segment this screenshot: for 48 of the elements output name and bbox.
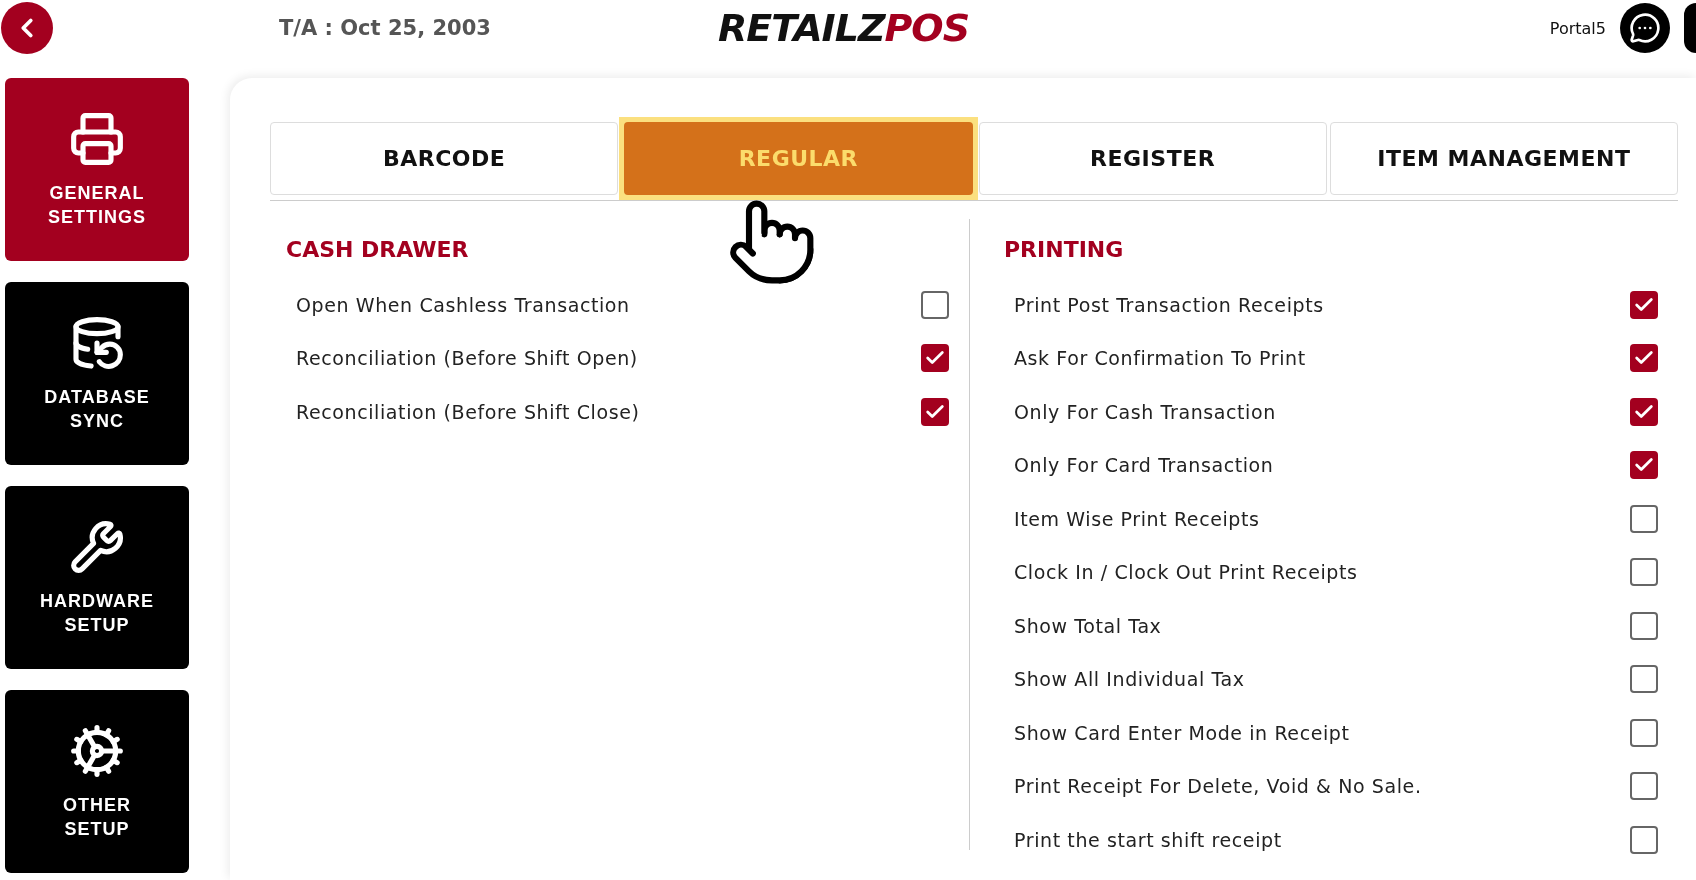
sidebar-item[interactable]: DATABASE SYNC [5,282,189,465]
checkbox[interactable] [1630,825,1658,854]
option-label: Ask For Confirmation To Print [1014,347,1307,370]
option-label: Print the start shift receipt [1014,828,1283,851]
section-heading: CASH DRAWER [286,237,470,262]
sidebar-item[interactable]: HARDWARE SETUP [5,486,189,669]
option-label: Only For Card Transaction [1014,454,1275,477]
chat-icon [1629,12,1661,44]
checkbox[interactable] [1630,772,1658,801]
option-label: Print Receipt For Delete, Void & No Sale. [1014,775,1423,798]
tab[interactable]: REGISTER [978,122,1327,195]
option-label: Item Wise Print Receipts [1014,507,1261,530]
user-name: Portal5 [1549,18,1606,38]
app-icon[interactable] [1684,3,1696,53]
option-label: Show Total Tax [1014,614,1163,637]
logo-text: RETAILZ [718,6,885,50]
option-label: Reconciliation (Before Shift Open) [296,347,639,370]
logo-text: POS [884,6,970,50]
checkbox[interactable] [921,397,949,426]
sidebar-item[interactable]: OTHER SETUP [5,690,189,873]
checkbox[interactable] [1630,344,1658,373]
checkbox[interactable] [1630,290,1658,319]
option-label: Show All Individual Tax [1014,668,1246,691]
option-label: Clock In / Clock Out Print Receipts [1014,561,1359,584]
printer-icon [69,110,125,167]
option-label: Only For Cash Transaction [1014,400,1277,423]
checkbox[interactable] [921,290,949,319]
checkbox[interactable] [1630,665,1658,694]
wrench-icon [69,518,125,575]
date-label: T/A : Oct 25, 2003 [279,16,491,40]
option-label: Show Card Enter Mode in Receipt [1014,721,1351,744]
tab[interactable]: ITEM MANAGEMENT [1329,122,1678,195]
tab[interactable]: BARCODE [270,122,619,195]
checkbox[interactable] [1630,451,1658,480]
checkbox[interactable] [1630,397,1658,426]
section-heading: PRINTING [1004,237,1125,262]
back-button[interactable] [1,2,53,54]
checkbox[interactable] [1630,558,1658,587]
chat-button[interactable] [1620,3,1670,53]
checkbox[interactable] [1630,504,1658,533]
option-label: Reconciliation (Before Shift Close) [296,400,641,423]
option-label: Open When Cashless Transaction [296,293,631,316]
checkbox[interactable] [1630,718,1658,747]
option-label: Print Post Transaction Receipts [1014,293,1325,316]
gear-icon [69,722,125,779]
sidebar-item[interactable]: GENERAL SETTINGS [5,78,189,261]
checkbox[interactable] [921,344,949,373]
checkbox[interactable] [1630,611,1658,640]
